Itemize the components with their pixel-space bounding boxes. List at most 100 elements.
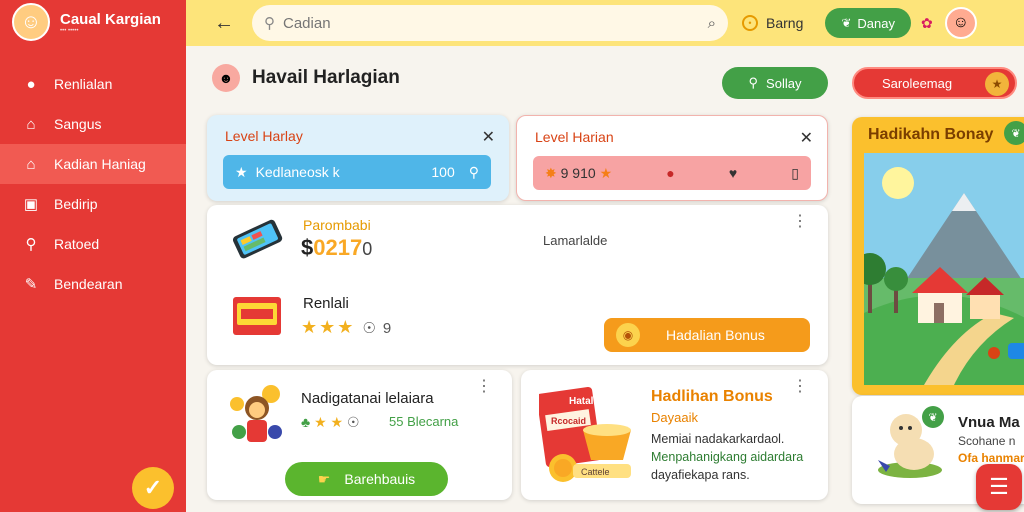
price-value: 0217 xyxy=(313,235,363,260)
rating-count-icon: ☉ xyxy=(362,320,376,337)
more-options-icon[interactable]: ⋮ xyxy=(792,379,808,395)
hadlihan-bonus-card: Hatali Rcocaid Cattele Hadlihan Bonus ⋮ … xyxy=(521,370,828,500)
profile-avatar[interactable]: ☺ xyxy=(944,7,977,39)
sidebar-nav: ● Renlialan ⌂ Sangus ⌂ Kadian Haniag ▣ B… xyxy=(0,64,186,304)
level-bar-value: 100 xyxy=(431,164,455,180)
app-title: Caual Kargian xyxy=(60,10,161,28)
character-illustration xyxy=(230,385,282,442)
sidebar-item-label: Bendearan xyxy=(54,276,123,292)
star-icon: ★ xyxy=(599,164,613,181)
search-icon: ⚲ xyxy=(748,75,759,90)
home-icon: ⌂ xyxy=(26,155,36,173)
badge-icon: ★ xyxy=(985,72,1009,96)
topbar: ← ⚲ ⌕ • Barng ❦ Danay ✿ ☺ xyxy=(186,0,1024,46)
info-icon: ● xyxy=(26,75,36,93)
card-title: Nadigatanai lelaiara xyxy=(301,390,434,407)
card-title: Hadlihan Bonus xyxy=(651,388,773,405)
sidebar-item-renlialan[interactable]: ● Renlialan xyxy=(0,64,186,104)
search-icon: ⚲ xyxy=(264,15,275,32)
sidebar: ☺ Caual Kargian ••• ••••• ● Renlialan ⌂ … xyxy=(0,0,186,512)
star-icon: ★ xyxy=(314,414,327,430)
magnifier-icon[interactable]: ⌕ xyxy=(708,15,716,32)
star-icon: ★ xyxy=(330,414,344,430)
status-indicator[interactable]: • Barng xyxy=(742,15,803,31)
promo-card[interactable]: Hadikahn Bonay ❦ xyxy=(852,117,1024,395)
flower-icon[interactable]: ✿ xyxy=(921,15,933,32)
sidebar-item-label: Bedirip xyxy=(54,196,98,212)
edit-icon: ✎ xyxy=(24,276,38,293)
rating-count-icon: ☉ xyxy=(346,414,360,430)
sidebar-item-bendearan[interactable]: ✎ Bendearan xyxy=(0,264,186,304)
sidebar-item-ratoed[interactable]: ⚲ Ratoed xyxy=(0,224,186,264)
saroleemag-button[interactable]: Saroleemag ★ xyxy=(852,67,1017,99)
danay-label: Danay xyxy=(857,15,895,31)
card-count: 55 Blecarna xyxy=(389,414,459,429)
check-fab-button[interactable]: ✓ xyxy=(132,467,174,509)
card-description: Memiai nadakarkardaol. Menpahanigkang ai… xyxy=(651,430,821,484)
search-input[interactable] xyxy=(283,14,708,32)
page-header: ☻ Havail Harlagian xyxy=(212,64,400,92)
nadigatanai-card: Nadigatanai lelaiara ⋮ ♣ ★ ★ ☉ 55 Blecar… xyxy=(207,370,512,500)
sidebar-item-sangus[interactable]: ⌂ Sangus xyxy=(0,104,186,144)
sollay-button[interactable]: ⚲ Sollay xyxy=(722,67,828,99)
check-icon: ✓ xyxy=(143,475,163,500)
leaf-icon: ❦ xyxy=(1004,121,1024,145)
bonus-button-label: Hadalian Bonus xyxy=(666,327,765,343)
level-bar-left: ✸ 9 910 ★ xyxy=(545,165,612,182)
gift-box-image xyxy=(233,297,281,335)
user-avatar[interactable]: ☺ xyxy=(12,3,50,41)
level-bar[interactable]: ✸ 9 910 ★ ● ♥ ▯ xyxy=(533,156,811,190)
card-subtitle: Dayaaik xyxy=(651,410,698,425)
leaf-icon: ❦ xyxy=(922,406,944,428)
sun-icon: ✸ xyxy=(545,164,557,181)
product-price: $02170 xyxy=(301,235,372,261)
smiley-icon: • xyxy=(742,15,758,31)
sidebar-item-kadian-haniag[interactable]: ⌂ Kadian Haniag xyxy=(0,144,186,184)
level-bar[interactable]: ★ Kedlaneosk k 100 ⚲ xyxy=(223,155,491,189)
status-label: Barng xyxy=(766,15,804,31)
description-line: Menpahanigkang aidardara xyxy=(651,450,804,464)
village-illustration xyxy=(864,153,1024,385)
app-subtitle: ••• ••••• xyxy=(60,27,79,34)
sidebar-item-label: Sangus xyxy=(54,116,102,132)
brand[interactable]: ☺ Caual Kargian ••• ••••• xyxy=(0,0,186,44)
smartphone-image xyxy=(232,219,283,259)
menu-fab-button[interactable]: ☰ xyxy=(976,464,1022,510)
danay-button[interactable]: ❦ Danay xyxy=(825,8,911,38)
card-line: Ofa hanmar xyxy=(958,451,1024,465)
card-rating: ♣ ★ ★ ☉ xyxy=(301,414,360,431)
star-icon: ★ xyxy=(301,317,320,337)
level-bar-label: 9 910 xyxy=(560,164,596,181)
more-options-icon[interactable]: ⋮ xyxy=(476,379,492,395)
fruit-icon: ● xyxy=(666,165,675,181)
sollay-label: Sollay xyxy=(766,75,802,91)
pack-label-bottom: Cattele xyxy=(581,467,610,477)
level-bar-label: Kedlaneosk k xyxy=(255,164,340,180)
phone-icon: ▯ xyxy=(791,164,799,181)
product-name: Parombabi xyxy=(303,217,371,233)
hadalian-bonus-button[interactable]: ◉ Hadalian Bonus xyxy=(604,318,810,352)
more-options-icon[interactable]: ⋮ xyxy=(792,214,808,230)
close-icon[interactable]: ✕ xyxy=(800,128,813,148)
card-title: Vnua Ma xyxy=(958,414,1020,431)
mascot-icon: ☻ xyxy=(212,64,240,92)
hand-icon: ☛ xyxy=(317,470,331,487)
search-bar[interactable]: ⚲ ⌕ xyxy=(252,5,728,41)
pack-label-mid: Rcocaid xyxy=(551,416,586,426)
saroleemag-label: Saroleemag xyxy=(882,75,953,91)
level-title: Level Harian xyxy=(535,129,614,145)
star-icon: ★ xyxy=(235,163,248,180)
close-icon[interactable]: ✕ xyxy=(482,127,495,147)
back-arrow-icon[interactable]: ← xyxy=(204,12,244,35)
price-currency: $ xyxy=(301,235,314,260)
level-title: Level Harlay xyxy=(225,128,303,144)
product-rating: ★★★ ☉ 9 xyxy=(301,317,391,338)
barehbauis-button[interactable]: ☛ Barehbauis xyxy=(285,462,448,496)
location-pin-icon: ⚲ xyxy=(468,163,479,180)
promo-title: Hadikahn Bonay xyxy=(868,126,994,143)
home-icon: ⌂ xyxy=(26,115,36,133)
hamburger-icon: ☰ xyxy=(989,474,1009,499)
page-title: Havail Harlagian xyxy=(252,67,400,88)
square-icon: ▣ xyxy=(23,196,39,213)
sidebar-item-bedirip[interactable]: ▣ Bedirip xyxy=(0,184,186,224)
